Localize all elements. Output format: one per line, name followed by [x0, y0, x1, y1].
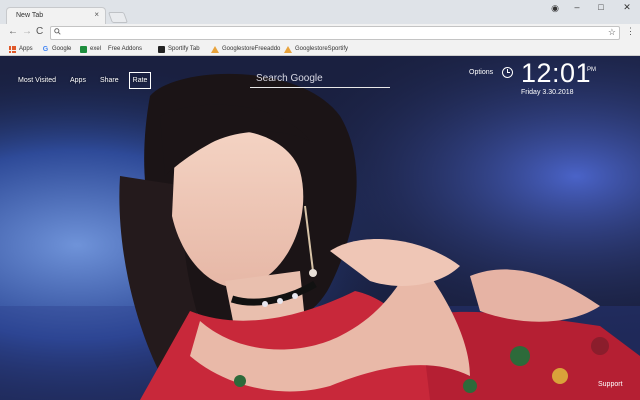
- support-link[interactable]: Support: [598, 381, 623, 388]
- new-tab-page: Most Visited Apps Share Rate Options 12:…: [0, 56, 640, 400]
- maximize-icon[interactable]: □: [594, 3, 608, 12]
- search-box: [250, 68, 390, 88]
- nav-share[interactable]: Share: [100, 77, 119, 84]
- sheets-icon: [80, 45, 87, 53]
- top-nav: Most Visited Apps Share Rate: [18, 72, 165, 89]
- clock-ampm: PM: [587, 67, 596, 73]
- bookmark-label: GooglestoreSportify: [295, 46, 349, 52]
- bookmark-exel[interactable]: exel: [80, 44, 101, 54]
- reload-icon[interactable]: C: [36, 27, 43, 37]
- tv-icon: [158, 45, 165, 53]
- back-arrow-icon[interactable]: ←: [8, 27, 18, 37]
- new-tab-button[interactable]: [107, 12, 129, 23]
- nav-apps[interactable]: Apps: [70, 77, 86, 84]
- bookmark-apps[interactable]: Apps: [9, 44, 33, 54]
- drive-icon: [284, 45, 292, 53]
- minimize-icon[interactable]: –: [570, 3, 584, 12]
- bookmark-label: Google: [52, 46, 72, 52]
- wallpaper-image: [0, 56, 640, 400]
- bookmark-label: exel: [90, 46, 102, 52]
- search-input[interactable]: [250, 69, 390, 88]
- bookmark-sportify-tab[interactable]: Sportify Tab: [158, 44, 200, 54]
- nav-most-visited[interactable]: Most Visited: [18, 77, 56, 84]
- bookmark-free-addons[interactable]: Free Addons: [108, 44, 143, 107]
- nav-rate[interactable]: Rate: [128, 72, 152, 89]
- bookmark-google[interactable]: G Google: [42, 44, 72, 54]
- bookmark-label: Apps: [19, 46, 33, 52]
- bookmarks-bar: Apps G Google exel Free Addons Sportify …: [0, 42, 640, 107]
- menu-dots-icon[interactable]: ⋮: [626, 27, 635, 36]
- clock-icon[interactable]: [502, 67, 513, 78]
- profile-icon[interactable]: ◉: [548, 4, 562, 13]
- browser-toolbar: ← → C ☆ ⋮: [0, 24, 640, 42]
- tab-new-tab[interactable]: New Tab ×: [6, 7, 106, 25]
- clock-date: Friday 3.30.2018: [521, 89, 574, 96]
- bookmark-label: Free Addons: [108, 46, 143, 52]
- forward-arrow-icon[interactable]: →: [22, 27, 32, 37]
- search-icon: [54, 28, 61, 37]
- options-link[interactable]: Options: [469, 69, 493, 76]
- bookmark-label: Sportify Tab: [168, 46, 200, 52]
- address-bar[interactable]: ☆: [50, 26, 620, 40]
- clock-time: 12:01: [521, 58, 592, 88]
- tab-close-icon[interactable]: ×: [94, 11, 99, 19]
- google-icon: G: [42, 45, 49, 53]
- apps-grid-icon: [9, 45, 16, 53]
- close-window-icon[interactable]: ✕: [620, 3, 634, 12]
- bookmark-googlestore-freeaddo[interactable]: GooglestoreFreeaddo: [211, 44, 280, 54]
- browser-titlebar: New Tab × ◉ – □ ✕: [0, 0, 640, 25]
- bookmark-label: GooglestoreFreeaddo: [222, 46, 281, 52]
- drive-icon: [211, 45, 219, 53]
- bookmark-googlestore-sportify[interactable]: GooglestoreSportify: [284, 44, 348, 54]
- tab-title: New Tab: [16, 12, 44, 19]
- bookmark-star-icon[interactable]: ☆: [608, 28, 616, 37]
